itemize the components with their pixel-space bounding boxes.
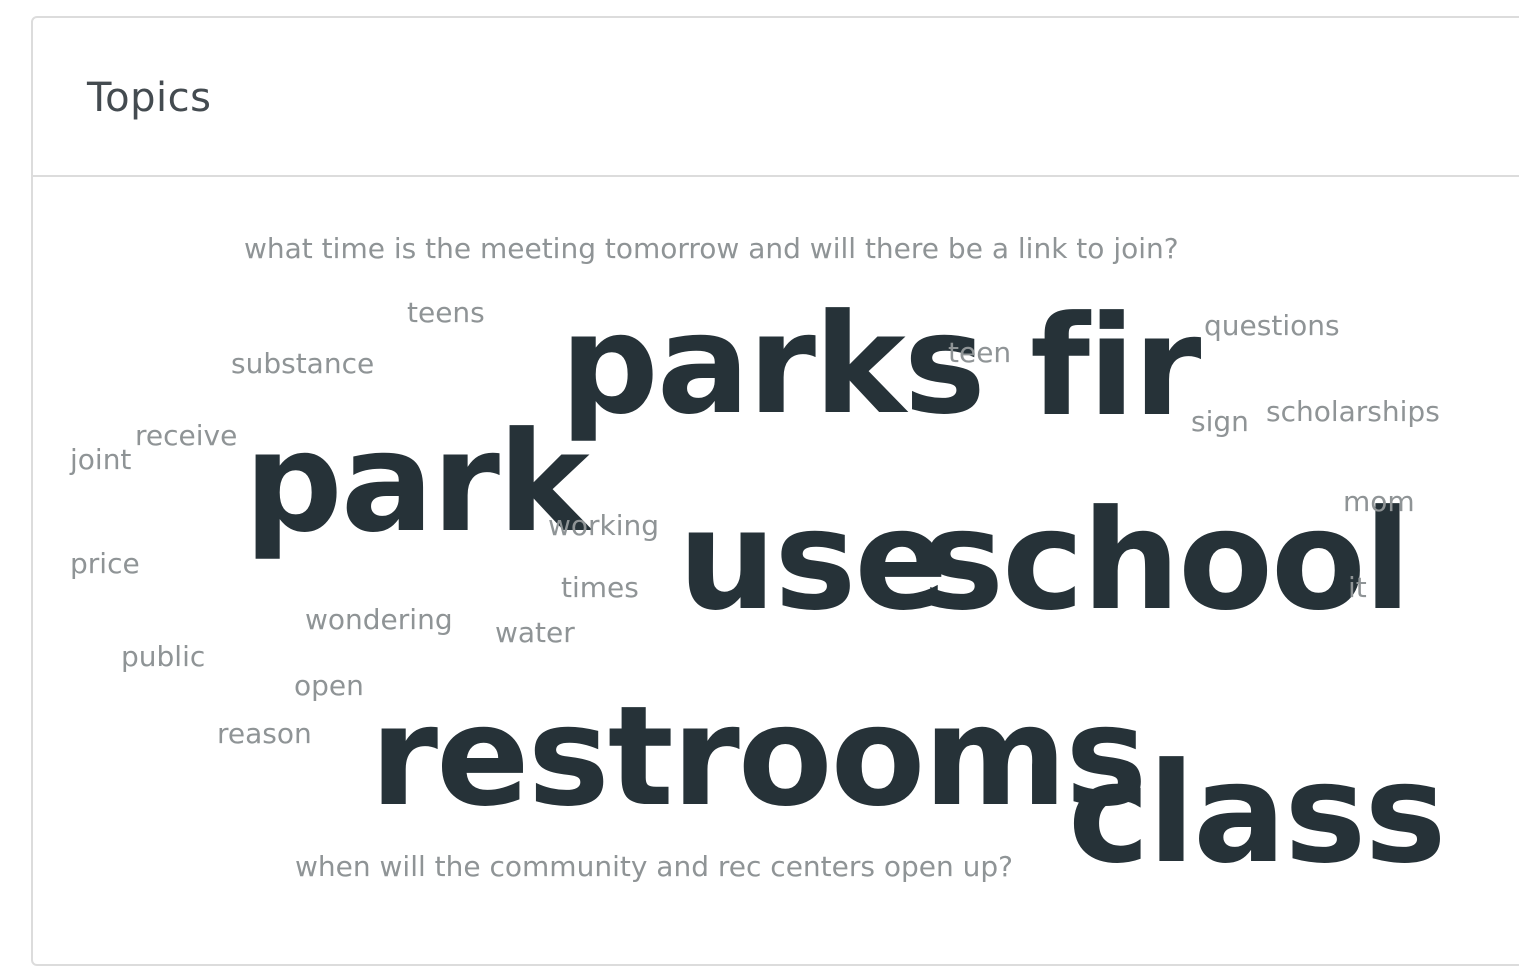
- word-cloud-word[interactable]: school: [922, 492, 1411, 630]
- word-cloud-word[interactable]: public: [121, 643, 205, 671]
- word-cloud-word[interactable]: teen: [948, 339, 1011, 367]
- word-cloud-word[interactable]: mom: [1343, 488, 1415, 516]
- word-cloud-word[interactable]: price: [70, 550, 140, 578]
- word-cloud-word[interactable]: scholarships: [1266, 398, 1440, 426]
- word-cloud-word[interactable]: it: [1348, 574, 1367, 602]
- word-cloud-word[interactable]: sign: [1191, 408, 1249, 436]
- word-cloud-word[interactable]: reason: [217, 720, 312, 748]
- word-cloud: what time is the meeting tomorrow and wi…: [0, 0, 1519, 948]
- word-cloud-word[interactable]: receive: [135, 422, 237, 450]
- word-cloud-phrase[interactable]: what time is the meeting tomorrow and wi…: [244, 235, 1179, 263]
- word-cloud-word[interactable]: times: [561, 574, 639, 602]
- word-cloud-word[interactable]: questions: [1204, 312, 1340, 340]
- word-cloud-word[interactable]: working: [548, 512, 659, 540]
- word-cloud-word[interactable]: joint: [70, 446, 131, 474]
- word-cloud-word[interactable]: open: [294, 672, 364, 700]
- word-cloud-word[interactable]: water: [495, 619, 575, 647]
- word-cloud-phrase[interactable]: when will the community and rec centers …: [295, 853, 1013, 881]
- word-cloud-word[interactable]: wondering: [305, 606, 453, 634]
- word-cloud-word[interactable]: use: [678, 492, 948, 630]
- word-cloud-word[interactable]: fir: [1030, 298, 1201, 436]
- word-cloud-word[interactable]: class: [1068, 745, 1447, 883]
- word-cloud-word[interactable]: restrooms: [370, 688, 1147, 826]
- word-cloud-word[interactable]: substance: [231, 350, 374, 378]
- word-cloud-word[interactable]: parks: [560, 296, 986, 434]
- word-cloud-word[interactable]: park: [244, 414, 590, 552]
- word-cloud-word[interactable]: teens: [407, 299, 485, 327]
